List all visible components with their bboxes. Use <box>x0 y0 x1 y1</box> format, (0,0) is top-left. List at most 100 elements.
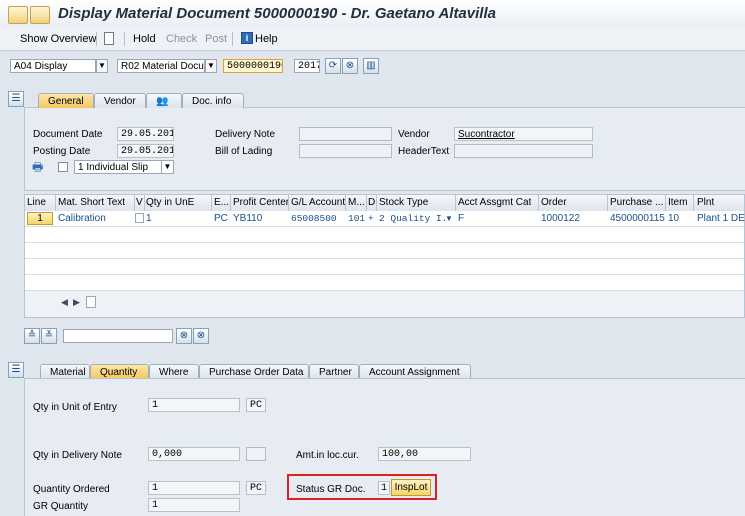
table-row[interactable] <box>25 227 744 243</box>
tab-material[interactable]: Material <box>40 364 90 379</box>
document-date-field[interactable]: 29.05.2017 <box>117 127 174 141</box>
post-button[interactable]: Post <box>205 33 227 45</box>
previous-item-icon[interactable]: ≙ <box>24 328 40 344</box>
column-header[interactable]: M... <box>348 197 365 208</box>
column-divider <box>144 195 145 211</box>
document-number-input[interactable]: 5000000190 <box>223 59 283 73</box>
vendor-field[interactable]: Sucontractor <box>454 127 593 141</box>
cell-debit-credit[interactable]: + <box>368 213 374 224</box>
column-header[interactable]: Line <box>27 197 46 208</box>
column-header[interactable]: E... <box>214 197 229 208</box>
table-row[interactable] <box>25 259 744 275</box>
table-row[interactable] <box>25 275 744 291</box>
column-header[interactable]: D <box>368 197 375 208</box>
next-item-icon[interactable]: ≚ <box>41 328 57 344</box>
cell-gl-account[interactable]: 65008500 <box>291 213 337 224</box>
qty-entry-unit-field[interactable]: PC <box>246 398 266 412</box>
table-row[interactable] <box>25 243 744 259</box>
help-button[interactable]: Help <box>255 33 278 45</box>
insplot-button[interactable]: InspLot <box>391 479 431 496</box>
quantity-ordered-field[interactable]: 1 <box>148 481 240 495</box>
tab-partners[interactable]: 👥 <box>146 93 182 108</box>
slip-select[interactable]: 1 Individual Slip <box>74 160 162 174</box>
header-collapse-icon[interactable]: ☰ <box>8 91 24 107</box>
stock-type-dropdown-icon[interactable]: ▼ <box>445 214 453 223</box>
window-title: Display Material Document 5000000190 - D… <box>58 5 496 22</box>
column-divider <box>134 195 135 211</box>
qty-entry-field[interactable]: 1 <box>148 398 240 412</box>
cell-checkbox[interactable] <box>135 213 144 223</box>
grid-icon[interactable]: ▥ <box>363 58 379 74</box>
delivery-note-field[interactable] <box>299 127 392 141</box>
find-item-icon[interactable]: ⊗ <box>176 328 192 344</box>
cell-material-text[interactable]: Calibration <box>58 213 106 224</box>
reference-doc-select[interactable]: R02 Material Docu... <box>117 59 205 73</box>
slip-dropdown-icon[interactable]: ▼ <box>162 160 174 174</box>
status-gr-doc-label: Status GR Doc. <box>296 484 366 495</box>
tab-where[interactable]: Where <box>149 364 199 379</box>
cell-purchase-order[interactable]: 4500000115 <box>610 213 665 224</box>
cell-unit[interactable]: PC <box>214 213 228 224</box>
column-header[interactable]: Profit Center <box>233 197 289 208</box>
cell-acct-assgmt[interactable]: F <box>458 213 464 224</box>
tab-general[interactable]: General <box>38 93 94 108</box>
cell-plant[interactable]: Plant 1 DE <box>697 213 745 224</box>
show-overview-button[interactable]: Show Overview <box>20 33 96 45</box>
help-icon[interactable]: i <box>241 32 253 44</box>
action-select[interactable]: A04 Display <box>10 59 96 73</box>
execute-icon[interactable]: ⟳ <box>325 58 341 74</box>
tab-vendor[interactable]: Vendor <box>94 93 146 108</box>
check-button[interactable]: Check <box>166 33 197 45</box>
cell-movement-type[interactable]: 101 <box>348 213 365 224</box>
cell-profit-center[interactable]: YB110 <box>233 213 262 224</box>
status-gr-doc-field[interactable]: 1 <box>378 481 390 495</box>
scroll-right-icon[interactable]: ▶ <box>73 297 80 308</box>
qty-delivery-unit-field[interactable] <box>246 447 266 461</box>
find-next-icon[interactable]: ⊗ <box>193 328 209 344</box>
new-document-icon[interactable] <box>104 32 114 45</box>
amount-local-currency-field[interactable]: 100,00 <box>378 447 471 461</box>
reference-dropdown-icon[interactable]: ▼ <box>205 59 217 73</box>
header-text-field[interactable] <box>454 144 593 158</box>
detail-tabs: Material Quantity Where Purchase Order D… <box>40 364 500 379</box>
table-row[interactable]: 1 Calibration 1 PC YB110 65008500 101 + … <box>25 211 745 227</box>
action-dropdown-icon[interactable]: ▼ <box>96 59 108 73</box>
menu-icon[interactable] <box>8 6 28 24</box>
tab-doc-info[interactable]: Doc. info <box>182 93 244 108</box>
bill-of-lading-field[interactable] <box>299 144 392 158</box>
posting-date-field[interactable]: 29.05.2017 <box>117 144 174 158</box>
print-checkbox[interactable] <box>58 162 68 172</box>
year-input[interactable]: 2017 <box>294 59 320 73</box>
quantity-ordered-unit-field[interactable]: PC <box>246 481 266 495</box>
tab-partner[interactable]: Partner <box>309 364 359 379</box>
horizontal-scrollbar[interactable] <box>86 296 96 308</box>
column-header[interactable]: Item <box>668 197 687 208</box>
column-header[interactable]: V <box>136 197 143 208</box>
print-icon[interactable]: 🖶 <box>32 161 46 173</box>
tab-purchase-order-data[interactable]: Purchase Order Data <box>199 364 309 379</box>
row-selector[interactable]: 1 <box>27 212 53 225</box>
cell-item[interactable]: 10 <box>668 213 679 224</box>
detail-collapse-icon[interactable]: ☰ <box>8 362 24 378</box>
scroll-left-icon[interactable]: ◀ <box>61 297 68 308</box>
column-header[interactable]: Plnt <box>697 197 714 208</box>
cell-order[interactable]: 1000122 <box>541 213 580 224</box>
tab-account-assignment[interactable]: Account Assignment <box>359 364 471 379</box>
column-header[interactable]: Qty in UnE <box>146 197 194 208</box>
column-header[interactable]: Acct Assgmt Cat <box>458 197 531 208</box>
find-icon[interactable]: ⊗ <box>342 58 358 74</box>
item-search-input[interactable] <box>63 329 173 343</box>
cell-qty[interactable]: 1 <box>146 213 152 224</box>
cell-stock-type[interactable]: 2 Quality I... <box>379 213 445 224</box>
tab-quantity[interactable]: Quantity <box>90 364 149 379</box>
app-icon[interactable] <box>30 6 50 24</box>
column-header[interactable]: Stock Type <box>379 197 428 208</box>
column-header[interactable]: G/L Account <box>291 197 345 208</box>
gr-quantity-field[interactable]: 1 <box>148 498 240 512</box>
column-header[interactable]: Purchase ... <box>610 197 664 208</box>
column-header[interactable]: Order <box>541 197 567 208</box>
column-header[interactable]: Mat. Short Text <box>58 197 133 208</box>
hold-button[interactable]: Hold <box>133 33 156 45</box>
qty-delivery-note-field[interactable]: 0,000 <box>148 447 240 461</box>
column-divider <box>230 195 231 211</box>
